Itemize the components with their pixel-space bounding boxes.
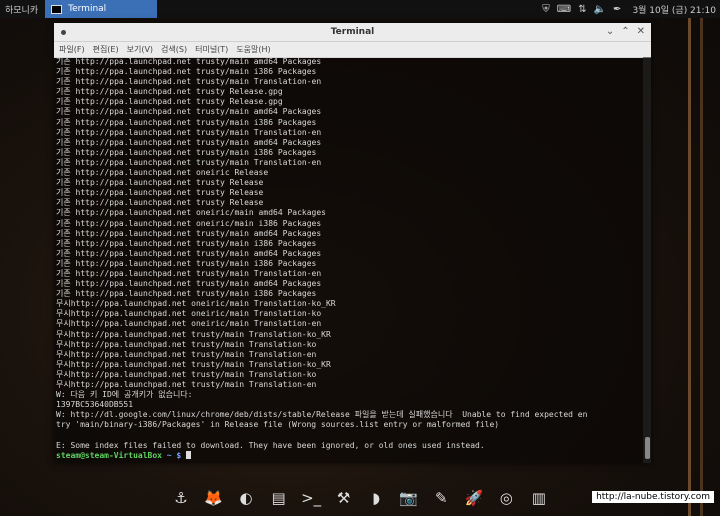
terminal-output[interactable]: 기존 http://ppa.launchpad.net trusty/main … <box>54 57 643 463</box>
terminal-line: 기존 http://ppa.launchpad.net trusty/main … <box>56 268 322 278</box>
close-icon[interactable]: ✕ <box>637 26 645 38</box>
terminal-line: 기존 http://ppa.launchpad.net trusty/main … <box>56 67 317 77</box>
minimize-icon[interactable]: ⌄ <box>606 26 614 38</box>
volume-icon[interactable]: 🔈 <box>594 4 606 15</box>
terminal-line: 기존 http://ppa.launchpad.net oneiric/main… <box>56 218 322 228</box>
prompt-user: steam@steam-VirtualBox <box>56 450 162 460</box>
shield-icon[interactable]: ⛨ <box>542 4 550 15</box>
terminal-line: 무시http://ppa.launchpad.net trusty/main T… <box>56 349 317 359</box>
terminal-line: 무시http://ppa.launchpad.net trusty/main T… <box>56 339 317 349</box>
terminal-line: try 'main/binary-i386/Packages' in Relea… <box>56 420 500 430</box>
terminal-line: 기존 http://ppa.launchpad.net trusty/main … <box>56 77 322 87</box>
terminal-line: 무시http://ppa.launchpad.net trusty/main T… <box>56 380 317 389</box>
prompt-path: ~ $ <box>161 450 187 460</box>
settings-tools-icon[interactable]: ⚒ <box>331 485 357 511</box>
clock[interactable]: 3월 10일 (금) 21:10 <box>632 3 716 16</box>
file-manager-icon[interactable]: ▤ <box>266 485 292 511</box>
terminal-line: 기존 http://ppa.launchpad.net trusty/main … <box>56 228 322 238</box>
background-stripe <box>700 0 703 516</box>
dock: ⚓ 🦊 ◐ ▤ >_ ⚒ ◗ 📷 ✎ 🚀 ◎ ▥ <box>164 481 556 515</box>
window-menu-dot-icon[interactable] <box>61 29 66 35</box>
terminal-line: 기존 http://ppa.launchpad.net trusty/main … <box>56 147 317 157</box>
window-titlebar[interactable]: Terminal ⌄ ⌃ ✕ <box>54 23 651 42</box>
terminal-cursor <box>186 450 192 459</box>
shape-icon[interactable]: ◗ <box>363 485 389 511</box>
menu-terminal[interactable]: 터미널(T) <box>191 44 232 55</box>
rocket-icon[interactable]: 🚀 <box>461 485 487 511</box>
terminal-line: 무시http://ppa.launchpad.net trusty/main T… <box>56 369 317 379</box>
terminal-line: 기존 http://ppa.launchpad.net trusty Relea… <box>56 198 264 208</box>
terminal-line: 기존 http://ppa.launchpad.net trusty/main … <box>56 248 322 258</box>
window-controls: ⌄ ⌃ ✕ <box>606 26 645 38</box>
terminal-line: E: Some index files failed to download. … <box>56 440 485 450</box>
target-icon[interactable]: ◎ <box>493 485 519 511</box>
menubar: 파일(F) 편집(E) 보기(V) 검색(S) 터미널(T) 도움말(H) <box>54 42 651 58</box>
network-icon[interactable]: ⇅ <box>578 4 586 15</box>
pen-tool-icon[interactable]: ✒ <box>613 4 621 15</box>
terminal-line: 기존 http://ppa.launchpad.net trusty/main … <box>56 137 322 147</box>
terminal-line: 무시http://ppa.launchpad.net oneiric/main … <box>56 299 336 309</box>
camera-icon[interactable]: 📷 <box>396 485 422 511</box>
terminal-line: W: http://dl.google.com/linux/chrome/deb… <box>56 410 588 420</box>
scrollbar[interactable] <box>643 57 651 463</box>
watermark: http://la-nube.tistory.com <box>592 491 714 503</box>
menu-view[interactable]: 보기(V) <box>123 44 157 55</box>
terminal-prompt[interactable]: steam@steam-VirtualBox ~ $ <box>56 450 643 461</box>
background-stripe <box>688 0 691 516</box>
terminal-line: 기존 http://ppa.launchpad.net oneiric Rele… <box>56 168 269 178</box>
terminal-line: 기존 http://ppa.launchpad.net trusty/main … <box>56 117 317 127</box>
terminal-line: 기존 http://ppa.launchpad.net trusty/main … <box>56 57 322 66</box>
maximize-icon[interactable]: ⌃ <box>621 26 629 38</box>
terminal-line: 무시http://ppa.launchpad.net oneiric/main … <box>56 319 322 329</box>
terminal-line: 기존 http://ppa.launchpad.net trusty/main … <box>56 127 322 137</box>
thunderbird-icon[interactable]: ◐ <box>233 485 259 511</box>
keyboard-icon[interactable]: ⌨ <box>557 4 571 15</box>
scrollbar-thumb[interactable] <box>645 437 650 459</box>
menu-search[interactable]: 검색(S) <box>157 44 191 55</box>
terminal-line: 기존 http://ppa.launchpad.net oneiric/main… <box>56 208 326 218</box>
terminal-line: 기존 http://ppa.launchpad.net trusty Relea… <box>56 87 283 97</box>
terminal-task-icon <box>51 4 63 14</box>
terminal-line: 기존 http://ppa.launchpad.net trusty/main … <box>56 258 317 268</box>
terminal-line: 무시http://ppa.launchpad.net trusty/main T… <box>56 359 331 369</box>
terminal-line: 기존 http://ppa.launchpad.net trusty/main … <box>56 289 317 299</box>
taskbar-terminal-label: Terminal <box>68 4 107 14</box>
taskbar-terminal-button[interactable]: Terminal <box>45 0 158 18</box>
panel-menu-label[interactable]: 하모니카 <box>0 3 43 16</box>
terminal-line: 기존 http://ppa.launchpad.net trusty/main … <box>56 157 322 167</box>
terminal-line: 무시http://ppa.launchpad.net trusty/main T… <box>56 329 331 339</box>
system-tray: ⛨ ⌨ ⇅ 🔈 ✒ 3월 10일 (금) 21:10 <box>542 0 716 18</box>
terminal-icon[interactable]: >_ <box>298 485 324 511</box>
terminal-line: 기존 http://ppa.launchpad.net trusty/main … <box>56 238 317 248</box>
terminal-line: W: 다음 키 ID에 공개키가 없습니다: <box>56 390 193 400</box>
terminal-line: 기존 http://ppa.launchpad.net trusty/main … <box>56 279 322 289</box>
top-panel: 하모니카 Terminal ⛨ ⌨ ⇅ 🔈 ✒ 3월 10일 (금) 21:10 <box>0 0 720 18</box>
terminal-line: 무시http://ppa.launchpad.net oneiric/main … <box>56 309 322 319</box>
window-title: Terminal <box>330 27 375 37</box>
menu-file[interactable]: 파일(F) <box>54 44 89 55</box>
equalizer-icon[interactable]: ▥ <box>526 485 552 511</box>
terminal-line: 기존 http://ppa.launchpad.net trusty/main … <box>56 107 322 117</box>
menu-edit[interactable]: 편집(E) <box>89 44 123 55</box>
terminal-line: 1397BC53640DB551 <box>56 400 134 410</box>
firefox-icon[interactable]: 🦊 <box>201 485 227 511</box>
pen-icon[interactable]: ✎ <box>428 485 454 511</box>
terminal-line: 기존 http://ppa.launchpad.net trusty Relea… <box>56 97 283 107</box>
terminal-line: 기존 http://ppa.launchpad.net trusty Relea… <box>56 188 264 198</box>
anchor-icon[interactable]: ⚓ <box>168 485 194 511</box>
terminal-window: Terminal ⌄ ⌃ ✕ 파일(F) 편집(E) 보기(V) 검색(S) 터… <box>54 23 651 463</box>
menu-help[interactable]: 도움말(H) <box>232 44 274 55</box>
terminal-line: 기존 http://ppa.launchpad.net trusty Relea… <box>56 178 264 188</box>
